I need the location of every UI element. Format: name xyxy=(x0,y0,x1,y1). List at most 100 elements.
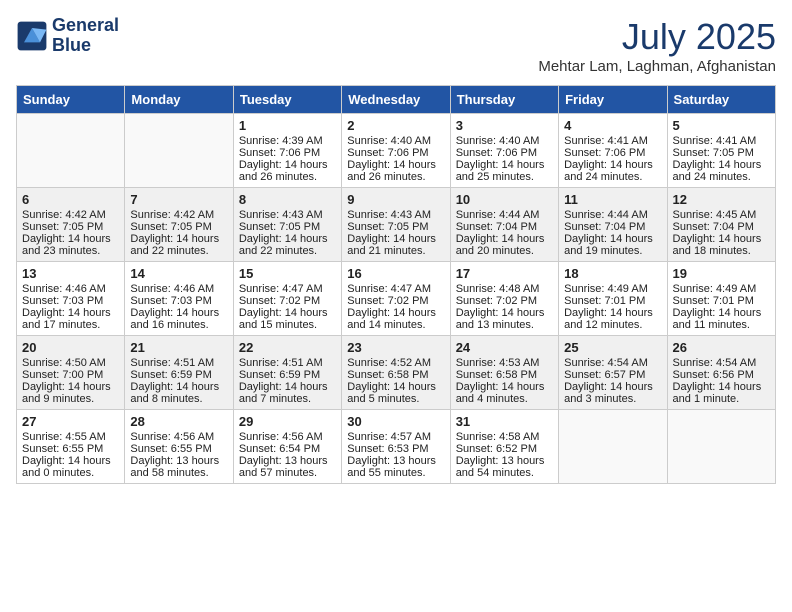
calendar-day-cell xyxy=(125,114,233,188)
sunrise-time: Sunrise: 4:42 AM xyxy=(130,209,227,221)
sunset-time: Sunset: 6:59 PM xyxy=(239,369,336,381)
calendar-week-row: 13Sunrise: 4:46 AMSunset: 7:03 PMDayligh… xyxy=(17,262,776,336)
day-number: 17 xyxy=(456,266,553,281)
calendar-day-cell: 3Sunrise: 4:40 AMSunset: 7:06 PMDaylight… xyxy=(450,114,558,188)
calendar-table: SundayMondayTuesdayWednesdayThursdayFrid… xyxy=(16,85,776,484)
day-number: 30 xyxy=(347,414,444,429)
calendar-day-cell: 18Sunrise: 4:49 AMSunset: 7:01 PMDayligh… xyxy=(559,262,667,336)
title-section: July 2025 Mehtar Lam, Laghman, Afghanist… xyxy=(538,16,776,75)
weekday-header: Sunday xyxy=(17,86,125,114)
day-number: 8 xyxy=(239,192,336,207)
sunset-time: Sunset: 7:04 PM xyxy=(673,221,770,233)
calendar-day-cell: 24Sunrise: 4:53 AMSunset: 6:58 PMDayligh… xyxy=(450,336,558,410)
weekday-header: Saturday xyxy=(667,86,775,114)
sunset-time: Sunset: 6:56 PM xyxy=(673,369,770,381)
calendar-day-cell: 9Sunrise: 4:43 AMSunset: 7:05 PMDaylight… xyxy=(342,188,450,262)
day-number: 6 xyxy=(22,192,119,207)
location-title: Mehtar Lam, Laghman, Afghanistan xyxy=(538,58,776,75)
sunrise-time: Sunrise: 4:40 AM xyxy=(456,135,553,147)
calendar-day-cell: 31Sunrise: 4:58 AMSunset: 6:52 PMDayligh… xyxy=(450,410,558,484)
calendar-day-cell: 2Sunrise: 4:40 AMSunset: 7:06 PMDaylight… xyxy=(342,114,450,188)
logo-line2: Blue xyxy=(52,36,119,56)
sunrise-time: Sunrise: 4:39 AM xyxy=(239,135,336,147)
calendar-day-cell: 27Sunrise: 4:55 AMSunset: 6:55 PMDayligh… xyxy=(17,410,125,484)
sunset-time: Sunset: 7:06 PM xyxy=(347,147,444,159)
sunset-time: Sunset: 7:02 PM xyxy=(239,295,336,307)
weekday-header: Wednesday xyxy=(342,86,450,114)
sunset-time: Sunset: 7:03 PM xyxy=(130,295,227,307)
calendar-day-cell: 5Sunrise: 4:41 AMSunset: 7:05 PMDaylight… xyxy=(667,114,775,188)
sunset-time: Sunset: 7:06 PM xyxy=(456,147,553,159)
calendar-day-cell xyxy=(667,410,775,484)
day-number: 16 xyxy=(347,266,444,281)
sunrise-time: Sunrise: 4:54 AM xyxy=(564,357,661,369)
calendar-day-cell: 16Sunrise: 4:47 AMSunset: 7:02 PMDayligh… xyxy=(342,262,450,336)
calendar-day-cell: 29Sunrise: 4:56 AMSunset: 6:54 PMDayligh… xyxy=(233,410,341,484)
calendar-day-cell: 14Sunrise: 4:46 AMSunset: 7:03 PMDayligh… xyxy=(125,262,233,336)
sunrise-time: Sunrise: 4:47 AM xyxy=(347,283,444,295)
calendar-week-row: 1Sunrise: 4:39 AMSunset: 7:06 PMDaylight… xyxy=(17,114,776,188)
day-number: 22 xyxy=(239,340,336,355)
sunrise-time: Sunrise: 4:46 AM xyxy=(22,283,119,295)
sunrise-time: Sunrise: 4:58 AM xyxy=(456,431,553,443)
sunset-time: Sunset: 7:01 PM xyxy=(564,295,661,307)
sunset-time: Sunset: 7:05 PM xyxy=(130,221,227,233)
sunset-time: Sunset: 7:00 PM xyxy=(22,369,119,381)
day-number: 25 xyxy=(564,340,661,355)
calendar-day-cell: 20Sunrise: 4:50 AMSunset: 7:00 PMDayligh… xyxy=(17,336,125,410)
daylight-hours: Daylight: 14 hours and 9 minutes. xyxy=(22,381,119,405)
daylight-hours: Daylight: 14 hours and 21 minutes. xyxy=(347,233,444,257)
daylight-hours: Daylight: 14 hours and 25 minutes. xyxy=(456,159,553,183)
daylight-hours: Daylight: 14 hours and 13 minutes. xyxy=(456,307,553,331)
sunset-time: Sunset: 7:03 PM xyxy=(22,295,119,307)
calendar-day-cell xyxy=(559,410,667,484)
calendar-day-cell: 26Sunrise: 4:54 AMSunset: 6:56 PMDayligh… xyxy=(667,336,775,410)
day-number: 18 xyxy=(564,266,661,281)
logo-text: General Blue xyxy=(52,16,119,56)
daylight-hours: Daylight: 14 hours and 19 minutes. xyxy=(564,233,661,257)
daylight-hours: Daylight: 13 hours and 58 minutes. xyxy=(130,455,227,479)
sunset-time: Sunset: 6:54 PM xyxy=(239,443,336,455)
daylight-hours: Daylight: 14 hours and 3 minutes. xyxy=(564,381,661,405)
logo-icon xyxy=(16,20,48,52)
calendar-header-row: SundayMondayTuesdayWednesdayThursdayFrid… xyxy=(17,86,776,114)
sunrise-time: Sunrise: 4:48 AM xyxy=(456,283,553,295)
sunset-time: Sunset: 6:57 PM xyxy=(564,369,661,381)
sunrise-time: Sunrise: 4:56 AM xyxy=(239,431,336,443)
daylight-hours: Daylight: 14 hours and 26 minutes. xyxy=(239,159,336,183)
calendar-day-cell: 6Sunrise: 4:42 AMSunset: 7:05 PMDaylight… xyxy=(17,188,125,262)
day-number: 7 xyxy=(130,192,227,207)
day-number: 13 xyxy=(22,266,119,281)
calendar-day-cell: 22Sunrise: 4:51 AMSunset: 6:59 PMDayligh… xyxy=(233,336,341,410)
sunset-time: Sunset: 7:04 PM xyxy=(456,221,553,233)
daylight-hours: Daylight: 14 hours and 1 minute. xyxy=(673,381,770,405)
day-number: 21 xyxy=(130,340,227,355)
day-number: 12 xyxy=(673,192,770,207)
day-number: 19 xyxy=(673,266,770,281)
sunset-time: Sunset: 7:05 PM xyxy=(347,221,444,233)
page-header: General Blue July 2025 Mehtar Lam, Laghm… xyxy=(16,16,776,75)
calendar-day-cell: 15Sunrise: 4:47 AMSunset: 7:02 PMDayligh… xyxy=(233,262,341,336)
sunset-time: Sunset: 6:53 PM xyxy=(347,443,444,455)
logo: General Blue xyxy=(16,16,119,56)
day-number: 9 xyxy=(347,192,444,207)
daylight-hours: Daylight: 14 hours and 12 minutes. xyxy=(564,307,661,331)
sunrise-time: Sunrise: 4:40 AM xyxy=(347,135,444,147)
calendar-day-cell: 21Sunrise: 4:51 AMSunset: 6:59 PMDayligh… xyxy=(125,336,233,410)
calendar-day-cell: 10Sunrise: 4:44 AMSunset: 7:04 PMDayligh… xyxy=(450,188,558,262)
calendar-day-cell: 8Sunrise: 4:43 AMSunset: 7:05 PMDaylight… xyxy=(233,188,341,262)
sunrise-time: Sunrise: 4:44 AM xyxy=(564,209,661,221)
calendar-day-cell: 12Sunrise: 4:45 AMSunset: 7:04 PMDayligh… xyxy=(667,188,775,262)
daylight-hours: Daylight: 14 hours and 11 minutes. xyxy=(673,307,770,331)
daylight-hours: Daylight: 13 hours and 54 minutes. xyxy=(456,455,553,479)
sunset-time: Sunset: 7:01 PM xyxy=(673,295,770,307)
daylight-hours: Daylight: 14 hours and 18 minutes. xyxy=(673,233,770,257)
sunset-time: Sunset: 6:58 PM xyxy=(456,369,553,381)
daylight-hours: Daylight: 14 hours and 16 minutes. xyxy=(130,307,227,331)
daylight-hours: Daylight: 14 hours and 4 minutes. xyxy=(456,381,553,405)
day-number: 26 xyxy=(673,340,770,355)
day-number: 1 xyxy=(239,118,336,133)
weekday-header: Tuesday xyxy=(233,86,341,114)
calendar-day-cell: 28Sunrise: 4:56 AMSunset: 6:55 PMDayligh… xyxy=(125,410,233,484)
weekday-header: Thursday xyxy=(450,86,558,114)
